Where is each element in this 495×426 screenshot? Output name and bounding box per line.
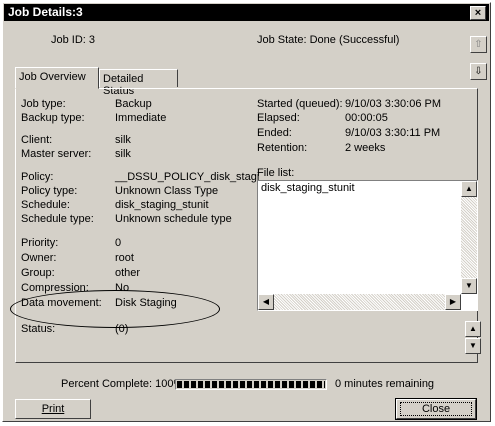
print-button[interactable]: Print — [15, 399, 91, 419]
status-value: (0) — [115, 323, 129, 335]
group-label: Group: — [21, 267, 55, 279]
triangle-up-icon: ▲ — [465, 184, 473, 193]
ended-value: 9/10/03 3:30:11 PM — [345, 127, 441, 139]
arrow-up-icon: ⇧ — [474, 39, 483, 50]
triangle-down-icon: ▼ — [465, 281, 473, 290]
tab-job-overview-label: Job Overview — [19, 71, 86, 83]
policy-label: Policy: — [21, 171, 54, 183]
started-label: Started (queued): — [257, 98, 343, 110]
progress-fill — [177, 381, 325, 388]
compression-value: No — [115, 282, 130, 294]
priority-label: Priority: — [21, 237, 59, 249]
ended-label: Ended: — [257, 127, 292, 139]
scroll-right-button[interactable]: ▶ — [445, 294, 461, 310]
progress-bar — [175, 379, 327, 390]
next-job-button[interactable]: ⇩ — [470, 63, 487, 80]
scroll-down-button[interactable]: ▼ — [461, 278, 477, 294]
elapsed-value: 00:00:05 — [345, 112, 388, 124]
job-type-value: Backup — [115, 98, 152, 110]
status-scroll-down-button[interactable]: ▼ — [465, 338, 481, 354]
job-state-text: Job State: Done (Successful) — [257, 34, 400, 46]
percent-complete-text: Percent Complete: 100% — [61, 378, 184, 390]
tab-detailed-status[interactable]: Detailed Status — [99, 69, 178, 97]
elapsed-label: Elapsed: — [257, 112, 300, 124]
file-list-box[interactable]: disk_staging_stunit ▲ ▼ ◀ ▶ — [257, 180, 478, 311]
close-button[interactable]: Close — [395, 398, 477, 420]
file-list-vertical-scrollbar[interactable]: ▲ ▼ — [461, 181, 477, 294]
close-button-focus: Close — [400, 402, 472, 416]
data-movement-label: Data movement: — [21, 297, 102, 309]
triangle-right-icon: ▶ — [449, 297, 457, 306]
backup-type-value: Immediate — [115, 112, 167, 124]
title-bar[interactable]: Job Details:3 × — [4, 4, 489, 21]
tab-job-overview[interactable]: Job Overview — [15, 67, 99, 89]
job-details-window: Job Details:3 × Job ID: 3 Job State: Don… — [2, 2, 491, 422]
status-scroll-up-button[interactable]: ▲ — [465, 321, 481, 337]
retention-value: 2 weeks — [345, 142, 386, 154]
remaining-text: 0 minutes remaining — [335, 378, 435, 390]
owner-value: root — [115, 252, 134, 264]
file-list-horizontal-scrollbar[interactable]: ◀ ▶ — [258, 294, 461, 310]
scroll-up-button[interactable]: ▲ — [461, 181, 477, 197]
policy-type-label: Policy type: — [21, 185, 78, 197]
master-server-label: Master server: — [21, 148, 92, 160]
policy-type-value: Unknown Class Type — [115, 185, 219, 197]
schedule-type-value: Unknown schedule type — [115, 213, 232, 225]
priority-value: 0 — [115, 237, 122, 249]
policy-value: __DSSU_POLICY_disk_stagi — [115, 171, 260, 183]
schedule-value: disk_staging_stunit — [115, 199, 209, 211]
compression-label: Compression: — [21, 282, 89, 294]
schedule-label: Schedule: — [21, 199, 70, 211]
scroll-left-button[interactable]: ◀ — [258, 294, 274, 310]
file-list-label: File list: — [257, 167, 295, 179]
close-window-button[interactable]: × — [470, 6, 486, 20]
data-movement-value: Disk Staging — [115, 297, 177, 309]
print-button-label: Print — [41, 403, 65, 415]
master-server-value: silk — [115, 148, 131, 160]
job-id-text: Job ID: 3 — [51, 34, 96, 46]
previous-job-button[interactable]: ⇧ — [470, 36, 487, 53]
retention-label: Retention: — [257, 142, 308, 154]
schedule-type-label: Schedule type: — [21, 213, 94, 225]
group-value: other — [115, 267, 141, 279]
triangle-down-icon: ▼ — [469, 341, 477, 350]
arrow-down-icon: ⇩ — [474, 66, 483, 77]
started-value: 9/10/03 3:30:06 PM — [345, 98, 442, 110]
backup-type-label: Backup type: — [21, 112, 85, 124]
client-value: silk — [115, 134, 131, 146]
owner-label: Owner: — [21, 252, 57, 264]
close-button-label: Close — [421, 403, 451, 415]
job-type-label: Job type: — [21, 98, 66, 110]
status-label: Status: — [21, 323, 56, 335]
client-label: Client: — [21, 134, 53, 146]
window-title: Job Details:3 — [8, 5, 83, 19]
file-list-item[interactable]: disk_staging_stunit — [261, 182, 355, 194]
triangle-up-icon: ▲ — [469, 324, 477, 333]
triangle-left-icon: ◀ — [262, 297, 270, 306]
